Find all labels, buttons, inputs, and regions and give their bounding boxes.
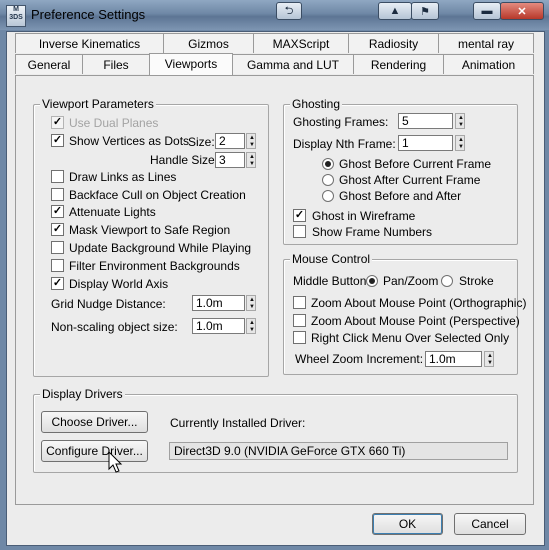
- mask-viewport-label: Mask Viewport to Safe Region: [69, 223, 231, 237]
- group-legend: Ghosting: [290, 97, 343, 111]
- choose-driver-button[interactable]: Choose Driver...: [41, 411, 148, 433]
- app-icon[interactable]: M 3DS: [6, 5, 26, 27]
- ghosting-frames-spinner[interactable]: ▲ ▼: [455, 113, 465, 129]
- mask-viewport-checkbox[interactable]: ✓: [51, 223, 64, 236]
- middle-button-label: Middle Button:: [293, 274, 370, 288]
- ghost-wireframe-label: Ghost in Wireframe: [312, 209, 416, 223]
- wheel-zoom-label: Wheel Zoom Increment:: [295, 352, 424, 366]
- ghost-after-radio[interactable]: [322, 174, 334, 186]
- mouse-cursor-icon: [108, 451, 123, 473]
- handle-size-spinner[interactable]: ▲ ▼: [246, 152, 256, 168]
- group-legend: Mouse Control: [290, 252, 373, 266]
- size-label: Size:: [188, 135, 215, 149]
- installed-driver-label: Currently Installed Driver:: [170, 416, 306, 430]
- display-nth-frame-label: Display Nth Frame:: [293, 137, 396, 151]
- configure-driver-button[interactable]: Configure Driver...: [41, 440, 148, 462]
- attenuate-lights-label: Attenuate Lights: [69, 205, 156, 219]
- tab-viewports[interactable]: Viewports: [149, 53, 233, 75]
- ghosting-frames-label: Ghosting Frames:: [293, 115, 389, 129]
- restore-icon[interactable]: ⮌: [276, 2, 302, 20]
- backface-cull-checkbox[interactable]: [51, 188, 64, 201]
- handle-size-input[interactable]: 3: [215, 152, 245, 168]
- wheel-zoom-spinner[interactable]: ▲ ▼: [484, 351, 494, 367]
- draw-links-label: Draw Links as Lines: [69, 170, 177, 184]
- non-scaling-label: Non-scaling object size:: [51, 320, 178, 334]
- backface-cull-label: Backface Cull on Object Creation: [69, 188, 246, 202]
- window-title: Preference Settings: [31, 7, 146, 22]
- right-click-menu-label: Right Click Menu Over Selected Only: [311, 331, 510, 345]
- ghost-wireframe-checkbox[interactable]: ✓: [293, 209, 306, 222]
- handle-size-label: Handle Size:: [150, 153, 219, 167]
- cancel-button[interactable]: Cancel: [454, 513, 526, 535]
- group-legend: Display Drivers: [40, 387, 125, 401]
- tab-radiosity[interactable]: Radiosity: [348, 33, 439, 53]
- pin-up-icon[interactable]: ▲: [378, 2, 412, 20]
- zoom-ortho-checkbox[interactable]: [293, 296, 306, 309]
- non-scaling-input[interactable]: 1.0m: [192, 318, 245, 334]
- group-legend: Viewport Parameters: [40, 97, 156, 111]
- display-world-axis-checkbox[interactable]: ✓: [51, 277, 64, 290]
- vertex-size-spinner[interactable]: ▲ ▼: [246, 133, 256, 149]
- update-background-checkbox[interactable]: [51, 241, 64, 254]
- pan-zoom-label: Pan/Zoom: [383, 274, 439, 288]
- use-dual-planes-checkbox[interactable]: ✓: [51, 116, 64, 129]
- right-click-menu-checkbox[interactable]: [293, 331, 306, 344]
- ok-button[interactable]: OK: [372, 513, 443, 535]
- installed-driver-value: Direct3D 9.0 (NVIDIA GeForce GTX 660 Ti): [169, 442, 508, 460]
- ghosting-frames-input[interactable]: 5: [398, 113, 453, 129]
- vertex-size-input[interactable]: 2: [215, 133, 245, 149]
- non-scaling-spinner[interactable]: ▲ ▼: [246, 318, 256, 334]
- ghost-before-radio[interactable]: [322, 158, 334, 170]
- ghost-before-label: Ghost Before Current Frame: [339, 157, 492, 171]
- flag-icon[interactable]: ⚑: [411, 2, 439, 20]
- tab-inverse-kinematics[interactable]: Inverse Kinematics: [15, 33, 164, 53]
- tab-files[interactable]: Files: [82, 54, 150, 74]
- grid-nudge-spinner[interactable]: ▲ ▼: [246, 295, 256, 311]
- stroke-label: Stroke: [459, 274, 494, 288]
- show-vertices-label: Show Vertices as Dots: [69, 134, 190, 148]
- zoom-persp-checkbox[interactable]: [293, 314, 306, 327]
- close-icon[interactable]: ✕: [500, 2, 544, 20]
- show-vertices-checkbox[interactable]: ✓: [51, 134, 64, 147]
- display-nth-frame-input[interactable]: 1: [398, 135, 453, 151]
- draw-links-checkbox[interactable]: [51, 170, 64, 183]
- pan-zoom-radio[interactable]: [366, 275, 378, 287]
- wheel-zoom-input[interactable]: 1.0m: [425, 351, 482, 367]
- tab-gamma-and-lut[interactable]: Gamma and LUT: [232, 54, 354, 74]
- zoom-ortho-label: Zoom About Mouse Point (Orthographic): [311, 296, 527, 310]
- ghost-after-label: Ghost After Current Frame: [339, 173, 481, 187]
- filter-environment-label: Filter Environment Backgrounds: [69, 259, 240, 273]
- filter-environment-checkbox[interactable]: [51, 259, 64, 272]
- update-background-label: Update Background While Playing: [69, 241, 252, 255]
- tab-gizmos[interactable]: Gizmos: [163, 33, 254, 53]
- stroke-radio[interactable]: [441, 275, 453, 287]
- tab-mental-ray[interactable]: mental ray: [438, 33, 534, 53]
- minimize-icon[interactable]: ▬: [473, 2, 501, 20]
- display-nth-frame-spinner[interactable]: ▲ ▼: [455, 135, 465, 151]
- use-dual-planes-label: Use Dual Planes: [69, 116, 159, 130]
- tab-maxscript[interactable]: MAXScript: [253, 33, 349, 53]
- zoom-persp-label: Zoom About Mouse Point (Perspective): [311, 314, 520, 328]
- tab-general[interactable]: General: [15, 54, 83, 74]
- ghost-before-after-radio[interactable]: [322, 190, 334, 202]
- show-frame-numbers-checkbox[interactable]: [293, 225, 306, 238]
- tab-animation[interactable]: Animation: [443, 54, 534, 74]
- grid-nudge-label: Grid Nudge Distance:: [51, 297, 166, 311]
- attenuate-lights-checkbox[interactable]: ✓: [51, 205, 64, 218]
- ghost-before-after-label: Ghost Before and After: [339, 189, 462, 203]
- display-world-axis-label: Display World Axis: [69, 277, 169, 291]
- tab-rendering[interactable]: Rendering: [353, 54, 444, 74]
- show-frame-numbers-label: Show Frame Numbers: [312, 225, 433, 239]
- grid-nudge-input[interactable]: 1.0m: [192, 295, 245, 311]
